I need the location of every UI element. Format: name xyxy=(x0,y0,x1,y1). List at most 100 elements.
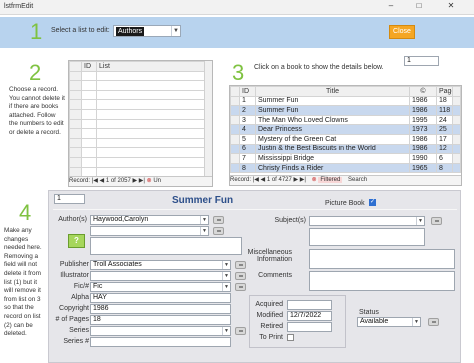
table-row[interactable] xyxy=(69,99,212,110)
table-row[interactable]: 2 Summer Fun 1986 118 xyxy=(230,105,461,116)
step-2-number: 2 xyxy=(29,60,42,85)
series-combo[interactable]: ▼ xyxy=(90,326,231,336)
chevron-down-icon[interactable]: ▼ xyxy=(222,327,230,335)
remove-fic-button[interactable] xyxy=(235,283,246,291)
chevron-down-icon[interactable]: ▼ xyxy=(200,216,208,224)
record-position[interactable]: 1 of 2057 xyxy=(106,178,131,184)
list-select[interactable]: Authors ▼ xyxy=(113,25,181,37)
close-button[interactable]: Close xyxy=(389,25,415,39)
picture-book-checkbox[interactable]: ✓ xyxy=(369,199,376,206)
record-position[interactable]: 1 of 4727 xyxy=(267,177,292,183)
book-counter-field[interactable]: 1 xyxy=(404,56,439,66)
table-row[interactable] xyxy=(69,80,212,91)
remove-author-1-button[interactable] xyxy=(213,216,224,224)
record-nav-prefix: Record: xyxy=(69,178,91,184)
subjects-label: Subject(s) xyxy=(274,217,306,224)
illustrator-combo[interactable]: ▼ xyxy=(90,271,231,281)
alpha-label: Alpha xyxy=(71,294,89,301)
chevron-down-icon[interactable]: ▼ xyxy=(416,217,424,225)
column-header-list[interactable]: List xyxy=(96,61,212,72)
column-header-pages[interactable]: Pages xyxy=(436,86,453,97)
remove-author-2-button[interactable] xyxy=(213,227,224,235)
column-header-copyright[interactable]: © xyxy=(409,86,437,97)
chevron-down-icon[interactable]: ▼ xyxy=(200,227,208,235)
table-row[interactable]: 8 Christy Finds a Rider 1965 8 xyxy=(230,162,461,174)
subjects-list[interactable] xyxy=(309,228,425,246)
table-row[interactable]: 6 Justin & the Best Biscuits in the Worl… xyxy=(230,143,461,155)
minimize-button[interactable]: – xyxy=(380,0,402,12)
table-row[interactable] xyxy=(69,70,212,82)
list-grid[interactable]: ID List Record: |◀ ◀ 1 of 2057 ▶ ▶| ⊗ Un xyxy=(68,60,213,187)
acquired-field[interactable] xyxy=(287,300,332,310)
table-row[interactable]: 4 Dear Princess 1973 25 xyxy=(230,124,461,135)
author-2-combo[interactable]: ▼ xyxy=(90,226,209,236)
book-title: Summer Fun xyxy=(172,195,234,206)
remove-subject-button[interactable] xyxy=(431,217,442,225)
books-grid-record-navigator[interactable]: Record: |◀ ◀ 1 of 4727 ▶ ▶| ⊗ Filtered S… xyxy=(230,175,461,185)
publisher-label: Publisher xyxy=(59,261,89,268)
list-grid-record-navigator[interactable]: Record: |◀ ◀ 1 of 2057 ▶ ▶| ⊗ Un xyxy=(69,176,212,186)
remove-illustrator-button[interactable] xyxy=(235,272,246,280)
picture-book-label: Picture Book xyxy=(325,200,365,207)
authors-list[interactable] xyxy=(90,237,242,255)
modified-field[interactable]: 12/7/2022 xyxy=(287,311,332,321)
table-row[interactable]: 3 The Man Who Loved Clowns 1995 24 xyxy=(230,114,461,126)
copyright-field[interactable]: 1986 xyxy=(90,304,231,314)
filter-icon[interactable]: ⊗ xyxy=(147,178,152,184)
list-select-value: Authors xyxy=(116,27,145,36)
publisher-combo[interactable]: Troll Associates ▼ xyxy=(90,260,231,270)
edit-status-button[interactable] xyxy=(428,318,439,326)
author-1-combo[interactable]: Haywood,Carolyn ▼ xyxy=(90,215,209,225)
filter-status[interactable]: Un xyxy=(153,178,161,184)
chevron-down-icon[interactable]: ▼ xyxy=(171,26,180,36)
authors-label: Author(s) xyxy=(58,216,87,223)
alpha-field[interactable]: HAY xyxy=(90,293,231,303)
column-header-title[interactable]: Title xyxy=(255,86,410,97)
filter-status[interactable]: Filtered xyxy=(318,177,343,183)
retired-field[interactable] xyxy=(287,322,332,332)
chevron-down-icon[interactable]: ▼ xyxy=(222,261,230,269)
search-box[interactable]: Search xyxy=(348,177,367,183)
fic-combo[interactable]: Fic ▼ xyxy=(90,282,231,292)
comments-field[interactable] xyxy=(309,271,455,291)
column-header-id[interactable]: ID xyxy=(81,61,97,72)
table-row[interactable] xyxy=(69,147,212,158)
status-combo[interactable]: Available ▼ xyxy=(357,317,421,327)
series-number-field[interactable] xyxy=(90,337,231,347)
close-window-button[interactable]: ✕ xyxy=(440,0,462,12)
table-row[interactable]: 1 Summer Fun 1986 18 xyxy=(230,95,461,107)
table-row[interactable]: 7 Mississippi Bridge 1990 6 xyxy=(230,153,461,164)
books-grid[interactable]: ID Title © Pages 1 Summer Fun 1986 18 2 … xyxy=(229,85,462,186)
pages-field[interactable]: 18 xyxy=(90,315,231,325)
list-grid-scrollbar[interactable] xyxy=(204,61,212,177)
column-header-id[interactable]: ID xyxy=(239,86,256,97)
remove-series-button[interactable] xyxy=(235,327,246,335)
table-row[interactable] xyxy=(69,128,212,139)
filter-icon[interactable]: ⊗ xyxy=(312,177,317,183)
misc-info-field[interactable] xyxy=(309,249,455,269)
scrollbar-top[interactable] xyxy=(452,86,461,97)
chevron-down-icon[interactable]: ▼ xyxy=(222,272,230,280)
chevron-down-icon[interactable]: ▼ xyxy=(412,318,420,326)
first-record-icon[interactable]: |◀ ◀ xyxy=(92,178,106,184)
table-row[interactable] xyxy=(69,108,212,120)
next-record-icon[interactable]: ▶ ▶| xyxy=(294,177,308,183)
retired-label: Retired xyxy=(260,323,283,330)
next-record-icon[interactable]: ▶ ▶| xyxy=(133,178,147,184)
record-nav-prefix: Record: xyxy=(230,177,252,183)
help-button[interactable]: ? xyxy=(68,234,85,248)
chevron-down-icon[interactable]: ▼ xyxy=(222,283,230,291)
table-row[interactable] xyxy=(69,118,212,130)
subject-combo[interactable]: ▼ xyxy=(309,216,425,226)
table-row[interactable] xyxy=(69,89,212,101)
book-detail-panel: 1 Summer Fun Picture Book ✓ Author(s) Ha… xyxy=(48,190,461,363)
table-row[interactable] xyxy=(69,156,212,168)
to-print-checkbox[interactable] xyxy=(287,334,294,341)
first-record-icon[interactable]: |◀ ◀ xyxy=(253,177,267,183)
table-row[interactable] xyxy=(69,137,212,149)
step-3-number: 3 xyxy=(232,60,245,85)
record-id-field[interactable]: 1 xyxy=(54,194,85,204)
table-row[interactable]: 5 Mystery of the Green Cat 1986 17 xyxy=(230,133,461,145)
maximize-button[interactable]: □ xyxy=(408,0,430,12)
remove-publisher-button[interactable] xyxy=(235,261,246,269)
